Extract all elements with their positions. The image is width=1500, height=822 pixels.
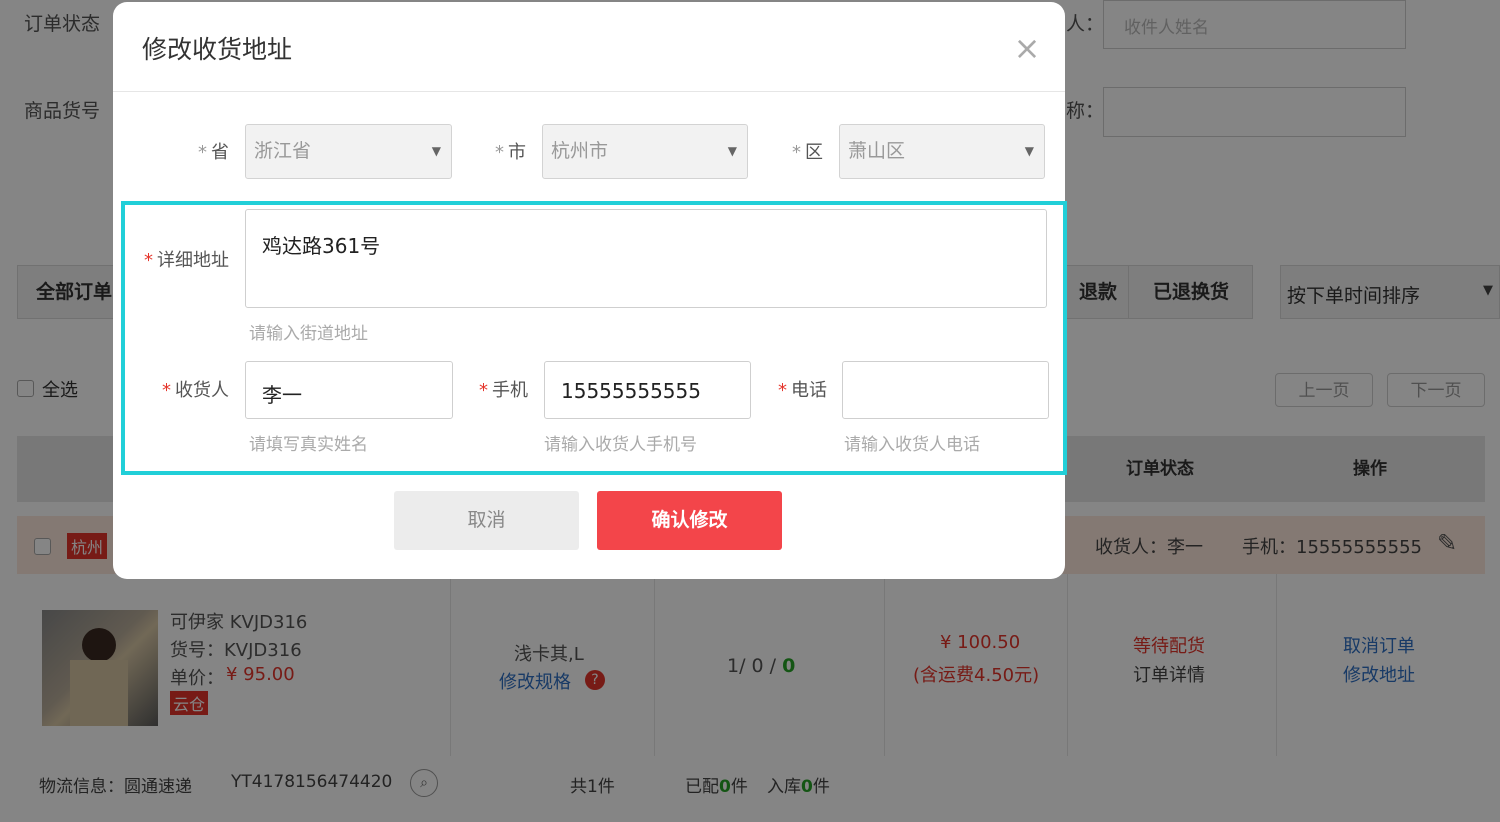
dialog-title: 修改收货地址 xyxy=(142,35,293,64)
district-select[interactable]: 萧山区 ▼ xyxy=(839,124,1045,179)
cancel-button[interactable]: 取消 xyxy=(394,491,579,550)
city-value: 杭州市 xyxy=(551,140,609,162)
district-label-text: 区 xyxy=(805,142,823,163)
chevron-down-icon: ▼ xyxy=(431,144,441,158)
district-value: 萧山区 xyxy=(848,140,906,162)
province-select[interactable]: 浙江省 ▼ xyxy=(245,124,452,179)
province-label-text: 省 xyxy=(211,142,229,163)
highlight-box xyxy=(121,201,1067,475)
dialog-divider xyxy=(113,91,1065,92)
required-icon: * xyxy=(198,142,207,163)
close-icon[interactable]: × xyxy=(1011,32,1043,64)
confirm-edit-button[interactable]: 确认修改 xyxy=(597,491,782,550)
province-value: 浙江省 xyxy=(254,140,312,162)
city-select[interactable]: 杭州市 ▼ xyxy=(542,124,748,179)
required-icon: * xyxy=(792,142,801,163)
chevron-down-icon: ▼ xyxy=(1024,144,1034,158)
chevron-down-icon: ▼ xyxy=(727,144,737,158)
city-label-text: 市 xyxy=(508,142,526,163)
city-label: * 市 xyxy=(470,138,526,164)
province-label: * 省 xyxy=(173,138,229,164)
required-icon: * xyxy=(495,142,504,163)
district-label: * 区 xyxy=(767,138,823,164)
